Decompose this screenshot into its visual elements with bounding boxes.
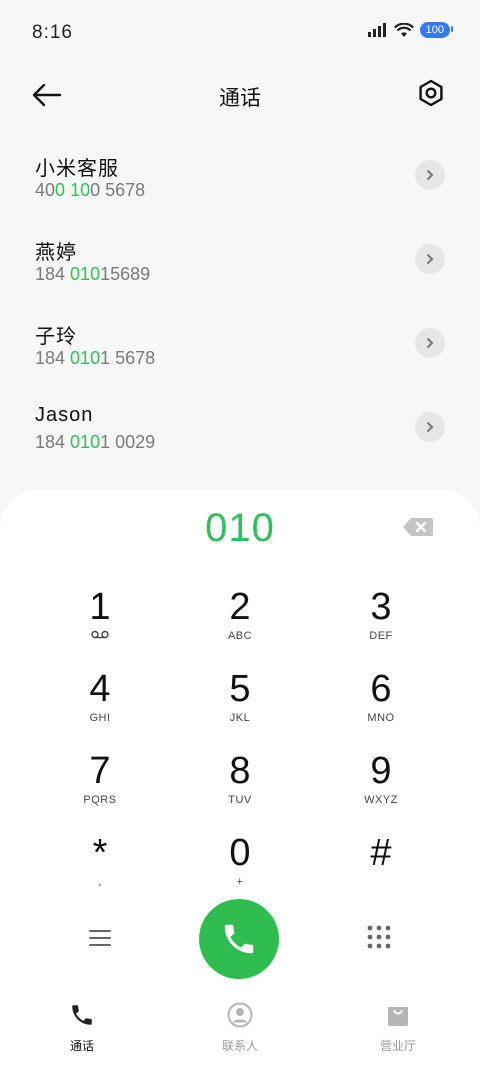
chevron-right-icon [427, 170, 434, 180]
dialpad-actions [0, 898, 480, 980]
signal-icon [367, 23, 386, 37]
contact-row[interactable]: 小米客服 400 100 5678 [0, 138, 480, 222]
bag-icon [388, 1007, 408, 1026]
voicemail-icon [35, 630, 165, 642]
contact-detail-button[interactable] [415, 412, 445, 442]
contact-name: 小米客服 [35, 158, 119, 180]
contact-number: 184 0101 5678 [35, 348, 156, 368]
contact-name: Jason [35, 404, 94, 426]
backspace-icon [403, 518, 433, 536]
contact-row[interactable]: 子玲 184 0101 5678 [0, 306, 480, 390]
key-2[interactable]: 2 ABC [175, 586, 305, 660]
phone-icon [72, 1005, 92, 1025]
header: 通话 [0, 68, 480, 124]
key-hash[interactable]: # [316, 832, 446, 906]
status-icons: 100 [367, 22, 454, 38]
key-4[interactable]: 4 GHI [35, 668, 165, 742]
contact-name: 燕婷 [35, 242, 77, 264]
contact-row[interactable]: 燕婷 184 01015689 [0, 222, 480, 306]
call-button[interactable] [199, 899, 279, 979]
contact-detail-button[interactable] [415, 160, 445, 190]
key-9[interactable]: 9 WXYZ [316, 750, 446, 824]
chevron-right-icon [427, 422, 434, 432]
keypad-icon [367, 925, 391, 949]
chevron-right-icon [427, 254, 434, 264]
menu-button[interactable] [88, 928, 112, 948]
key-0[interactable]: 0 + [175, 832, 305, 906]
chevron-right-icon [427, 338, 434, 348]
settings-button[interactable] [416, 78, 450, 112]
tab-service-hall[interactable]: 营业厅 [338, 1002, 458, 1054]
key-8[interactable]: 8 TUV [175, 750, 305, 824]
contact-number: 400 100 5678 [35, 180, 146, 200]
contact-detail-button[interactable] [415, 244, 445, 274]
person-icon [227, 1002, 253, 1028]
menu-icon [89, 930, 111, 946]
tab-calls[interactable]: 通话 [22, 1002, 142, 1054]
key-7[interactable]: 7 PQRS [35, 750, 165, 824]
backspace-button[interactable] [402, 516, 434, 538]
status-bar: 8:16 100 [0, 0, 480, 68]
battery-indicator: 100 [419, 22, 454, 38]
contact-list: 小米客服 400 100 5678 燕婷 184 01015689 子玲 184… [0, 138, 480, 474]
contact-name: 子玲 [35, 326, 77, 348]
tab-bar: 通话 联系人 营业厅 [0, 990, 480, 1067]
phone-icon [224, 924, 254, 954]
keypad-toggle-button[interactable] [366, 924, 392, 950]
contact-number: 184 01015689 [35, 264, 151, 284]
settings-icon [419, 79, 443, 107]
key-star[interactable]: * , [35, 832, 165, 906]
contact-row[interactable]: Jason 184 0101 0029 [0, 390, 480, 474]
contact-detail-button[interactable] [415, 328, 445, 358]
tab-contacts[interactable]: 联系人 [180, 1002, 300, 1054]
key-3[interactable]: 3 DEF [316, 586, 446, 660]
wifi-icon [393, 22, 414, 37]
contact-number: 184 0101 0029 [35, 432, 156, 452]
page-title: 通话 [219, 87, 261, 110]
key-6[interactable]: 6 MNO [316, 668, 446, 742]
dialpad: 010 1 2 ABC 3 DEF 4 GHI 5 JKL 6 MNO 7 PQ… [0, 490, 480, 1067]
status-time: 8:16 [32, 22, 73, 43]
key-5[interactable]: 5 JKL [175, 668, 305, 742]
key-1[interactable]: 1 [35, 586, 165, 660]
